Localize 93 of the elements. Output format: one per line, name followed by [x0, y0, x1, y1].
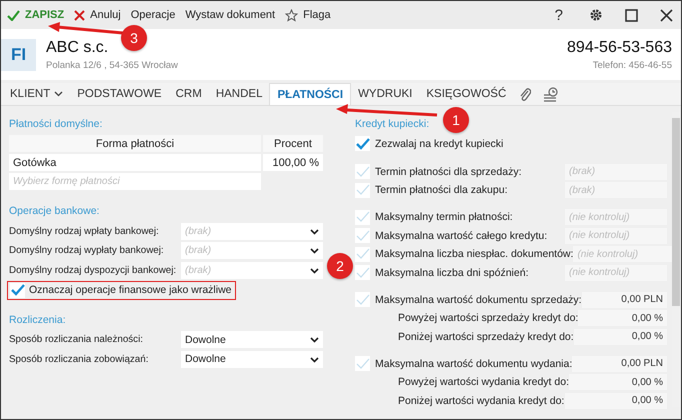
checkbox-label: Oznaczaj operacje finansowe jako wrażliwe — [29, 284, 232, 296]
field-label: Termin płatności dla sprzedaży: — [375, 166, 522, 178]
tab[interactable]: WYDRUKI — [351, 83, 420, 105]
maximize-icon[interactable] — [625, 8, 638, 22]
checkbox[interactable] — [355, 228, 370, 243]
field-label: Maksymalna liczba niespłac. dokumentów: — [375, 248, 574, 260]
company-address: Polanka 12/6 , 54-365 Wrocław — [46, 60, 178, 71]
chevron-down-icon[interactable] — [310, 248, 319, 254]
close-icon[interactable] — [660, 8, 673, 22]
flag-button[interactable]: Flaga — [285, 8, 331, 22]
field-label: Maksymalna wartość całego kredytu: — [375, 230, 548, 242]
check-icon — [356, 230, 370, 242]
field-label: Domyślny rodzaj wypłaty bankowej: — [9, 245, 165, 256]
check-icon — [356, 294, 370, 306]
toolbar-button[interactable]: Wystaw dokument — [185, 9, 276, 22]
step-number: 1 — [443, 107, 469, 133]
settings-icon[interactable] — [589, 8, 603, 22]
check-icon — [356, 211, 370, 223]
chevron-down-icon — [54, 91, 64, 98]
check-icon — [356, 358, 370, 370]
payment-method-field[interactable]: Wybierz formę płatności — [9, 173, 261, 190]
field-label: Maksymalna wartość dokumentu wydania: — [375, 358, 572, 370]
paperclip-icon — [519, 86, 532, 102]
field-label: Termin płatności dla zakupu: — [375, 184, 508, 196]
value-field: 0,00 % — [574, 328, 667, 344]
checkbox[interactable] — [355, 136, 370, 151]
check-icon — [10, 284, 24, 296]
phone-number: Telefon: 456-46-55 — [592, 60, 672, 71]
table-cell: Gotówka — [9, 154, 261, 171]
checkbox[interactable] — [355, 210, 370, 224]
chevron-down-icon[interactable] — [310, 228, 319, 234]
check-icon — [356, 266, 370, 278]
field-label: Maksymalna liczba dni spóźnień: — [375, 266, 530, 278]
value-field: 0,00 % — [578, 310, 667, 326]
dropdown-field[interactable]: (brak) — [181, 262, 323, 278]
column-header: Forma płatności — [9, 135, 261, 152]
initials-avatar: FI — [1, 38, 36, 71]
star-icon — [285, 8, 298, 22]
value-field: 0,00 PLN — [572, 356, 667, 372]
field-label: Domyślny rodzaj wpłaty bankowej: — [9, 226, 160, 236]
check-icon — [356, 138, 370, 150]
field-label: Domyślny rodzaj dyspozycji bankowej: — [9, 264, 178, 276]
checkbox[interactable] — [355, 182, 370, 198]
check-icon — [356, 184, 370, 196]
dropdown-field[interactable]: (brak) — [181, 222, 323, 240]
dropdown-field[interactable]: Dowolne — [181, 350, 323, 368]
cross-icon — [74, 10, 86, 21]
dropdown-field[interactable]: Dowolne — [181, 331, 323, 348]
checkbox[interactable] — [10, 282, 25, 298]
tab[interactable]: PODSTAWOWE — [70, 83, 169, 105]
value-field: 0,00 % — [569, 374, 667, 390]
check-icon — [356, 166, 370, 178]
field-label: Poniżej wartości sprzedaży kredyt do: — [397, 330, 574, 342]
field-label: Sposób rozliczania należności: — [9, 334, 144, 345]
field-label: Powyżej wartości sprzedaży kredyt do: — [397, 312, 578, 324]
tab[interactable]: PŁATNOŚCI — [269, 83, 352, 105]
help-button[interactable]: ? — [550, 6, 567, 24]
dropdown-field[interactable]: (brak) — [181, 242, 323, 259]
chevron-down-icon[interactable] — [310, 337, 319, 343]
chevron-down-icon[interactable] — [310, 356, 319, 362]
step-number: 2 — [327, 253, 353, 279]
field-label: Maksymalny termin płatności: — [375, 211, 514, 223]
cancel-button[interactable]: Anuluj — [74, 9, 121, 22]
tab[interactable]: KSIĘGOWOŚĆ — [419, 83, 514, 105]
checkbox[interactable] — [355, 356, 370, 371]
value-field: 0,00 % — [565, 392, 667, 408]
section-title: Rozliczenia: — [9, 314, 66, 326]
field-label: Maksymalna wartość dokumentu sprzedaży: — [375, 294, 582, 306]
clock-list-icon — [543, 86, 558, 102]
field-label: Powyżej wartości wydania kredyt do: — [397, 376, 569, 388]
section-title: Kredyt kupiecki: — [355, 118, 430, 130]
company-name: ABC s.c. — [46, 38, 110, 57]
checkbox[interactable] — [355, 265, 370, 280]
chevron-down-icon[interactable] — [310, 268, 319, 274]
tab[interactable]: CRM — [168, 83, 209, 105]
toolbar-button[interactable]: Operacje — [130, 9, 176, 22]
checkbox-label: Zezwalaj na kredyt kupiecki — [375, 138, 504, 150]
section-title: Operacje bankowe: — [9, 205, 100, 217]
field-label: Sposób rozliczania zobowiązań: — [9, 354, 150, 364]
save-button[interactable]: ZAPISZ — [7, 9, 64, 22]
table-cell: 100,00 % — [263, 154, 323, 171]
column-header: Procent — [263, 135, 323, 152]
checkbox[interactable] — [355, 164, 370, 179]
checkbox[interactable] — [355, 246, 370, 262]
field-label: Poniżej wartości wydania kredyt do: — [397, 394, 565, 406]
tab[interactable]: KLIENT — [3, 83, 70, 105]
check-icon — [7, 10, 20, 21]
section-title: Płatności domyślne: — [9, 118, 102, 130]
tab[interactable]: HANDEL — [208, 83, 270, 105]
check-icon — [356, 248, 370, 260]
tax-number: 894-56-53-563 — [567, 38, 672, 57]
checkbox[interactable] — [355, 292, 370, 307]
value-field: 0,00 PLN — [582, 292, 667, 308]
